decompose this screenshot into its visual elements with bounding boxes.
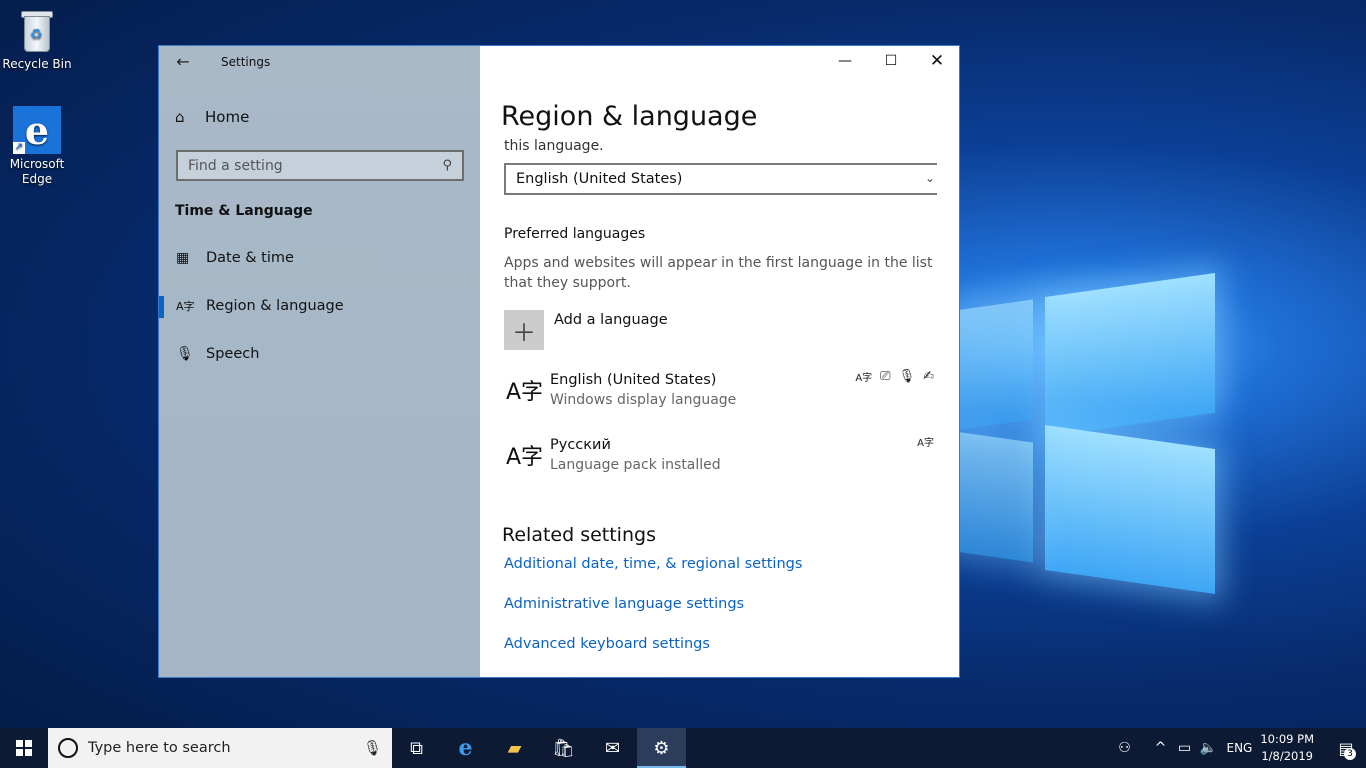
taskbar-edge[interactable]: e	[441, 728, 490, 768]
mail-icon: ✉	[604, 737, 621, 759]
store-icon: 🛍	[552, 737, 575, 759]
close-button[interactable]: ✕	[914, 46, 959, 76]
display-language-feature-icon: A字	[855, 373, 873, 384]
windows-logo-icon	[16, 740, 32, 756]
windows-logo-wallpaper	[955, 265, 1225, 595]
input-language-indicator[interactable]: ENG	[1226, 741, 1252, 755]
desktop-icon-label: Microsoft Edge	[9, 157, 65, 186]
volume-icon[interactable]: 🔈	[1196, 740, 1220, 756]
speech-recognition-feature-icon: 🎙	[898, 369, 916, 384]
folder-icon: ▰	[507, 737, 522, 759]
preferred-languages-description: Apps and websites will appear in the fir…	[504, 255, 933, 291]
windows-display-language-dropdown[interactable]: English (United States) ⌄	[504, 163, 937, 195]
plus-icon: ＋	[504, 310, 544, 350]
notification-count-badge: 3	[1344, 748, 1356, 760]
taskbar-store[interactable]: 🛍	[539, 728, 588, 768]
language-name: Русский	[550, 437, 611, 453]
language-status: Windows display language	[550, 392, 737, 408]
recycle-bin-icon: ♻	[18, 8, 56, 54]
preferred-languages-title: Preferred languages	[504, 226, 646, 242]
people-icon[interactable]: ⚇	[1112, 740, 1136, 756]
calendar-clock-icon: ▦	[176, 250, 190, 266]
nav-home-label: Home	[205, 108, 250, 126]
task-view-icon: ⧉	[410, 737, 423, 759]
window-title: Settings	[221, 55, 271, 69]
cortana-icon	[58, 738, 78, 758]
desktop-icon-recycle-bin[interactable]: ♻ Recycle Bin	[2, 8, 72, 72]
nav-home[interactable]: ⌂ Home	[175, 108, 249, 126]
settings-window: ← Settings ⌂ Home ⚲ Time & Language ▦ Da…	[158, 45, 960, 678]
sidebar-item-region-language[interactable]: A字 Region & language	[159, 286, 480, 326]
taskbar-settings[interactable]: ⚙	[637, 728, 686, 768]
sidebar: ← Settings ⌂ Home ⚲ Time & Language ▦ Da…	[159, 46, 480, 677]
microphone-icon[interactable]: 🎙	[363, 739, 382, 757]
chevron-down-icon: ⌄	[924, 171, 935, 185]
maximize-icon: ☐	[884, 53, 898, 69]
chevron-up-icon[interactable]: ^	[1148, 740, 1172, 756]
back-arrow-icon: ←	[176, 52, 190, 71]
task-view-button[interactable]: ⧉	[392, 728, 441, 768]
maximize-button[interactable]: ☐	[868, 46, 914, 76]
desktop-icon-label: Recycle Bin	[2, 57, 72, 71]
related-settings-title: Related settings	[502, 524, 656, 546]
link-administrative-language[interactable]: Administrative language settings	[504, 596, 744, 612]
find-setting-input[interactable]	[188, 157, 443, 174]
system-tray: ⚇ ^ ▭ 🔈 ENG 10:09 PM 1/8/2019 ▤ 3	[1112, 728, 1366, 768]
edge-icon: e ↗	[13, 106, 61, 154]
sidebar-item-label: Speech	[206, 346, 260, 362]
language-icon: A字	[176, 300, 195, 313]
taskbar-file-explorer[interactable]: ▰	[490, 728, 539, 768]
home-icon: ⌂	[175, 108, 185, 126]
text-to-speech-feature-icon: ⎚	[880, 369, 891, 384]
partial-description: this language.	[504, 138, 604, 154]
microphone-icon: 🎙	[176, 346, 194, 362]
sidebar-item-label: Date & time	[206, 250, 294, 266]
gear-icon: ⚙	[653, 737, 670, 759]
close-icon: ✕	[929, 51, 945, 71]
language-item-russian[interactable]: A字 Русский Language pack installed A字	[504, 437, 934, 487]
clock-time: 10:09 PM	[1260, 732, 1314, 746]
language-item-english[interactable]: A字 English (United States) Windows displ…	[504, 369, 934, 422]
language-icon: A字	[506, 380, 544, 405]
taskbar-search-placeholder: Type here to search	[88, 740, 231, 756]
network-icon[interactable]: ▭	[1172, 740, 1196, 756]
language-features: A字	[917, 434, 934, 449]
add-language-label: Add a language	[554, 312, 668, 328]
add-language-button[interactable]: ＋ Add a language	[504, 310, 668, 350]
link-advanced-keyboard[interactable]: Advanced keyboard settings	[504, 636, 710, 652]
language-name: English (United States)	[550, 372, 717, 388]
taskbar-mail[interactable]: ✉	[588, 728, 637, 768]
page-title: Region & language	[501, 101, 758, 132]
start-button[interactable]	[0, 728, 48, 768]
sidebar-item-speech[interactable]: 🎙 Speech	[159, 334, 480, 374]
back-button[interactable]: ←	[173, 51, 193, 73]
clock-date: 1/8/2019	[1261, 749, 1313, 763]
minimize-icon: —	[838, 53, 852, 69]
taskbar: Type here to search 🎙 ⧉ e ▰ 🛍 ✉ ⚙ ⚇ ^ ▭ …	[0, 728, 1366, 768]
link-additional-date-time-regional[interactable]: Additional date, time, & regional settin…	[504, 556, 802, 572]
display-language-feature-icon: A字	[917, 438, 934, 449]
language-icon: A字	[506, 445, 544, 470]
edge-icon: e	[458, 735, 473, 761]
action-center-button[interactable]: ▤ 3	[1326, 728, 1366, 768]
section-title: Time & Language	[175, 203, 313, 219]
sidebar-item-label: Region & language	[206, 298, 344, 314]
language-features: A字 ⎚ 🎙 ✍	[855, 369, 934, 384]
search-icon[interactable]: ⚲	[442, 158, 452, 173]
find-setting-box: ⚲	[176, 150, 464, 181]
minimize-button[interactable]: —	[822, 46, 868, 76]
sidebar-item-date-time[interactable]: ▦ Date & time	[159, 238, 480, 278]
clock[interactable]: 10:09 PM 1/8/2019	[1260, 731, 1314, 765]
dropdown-value: English (United States)	[516, 171, 683, 187]
taskbar-search[interactable]: Type here to search 🎙	[48, 728, 392, 768]
content-pane: — ☐ ✕ Region & language this language. E…	[480, 46, 959, 677]
desktop-icon-edge[interactable]: e ↗ Microsoft Edge	[2, 106, 72, 187]
handwriting-feature-icon: ✍	[923, 369, 934, 384]
language-status: Language pack installed	[550, 457, 721, 473]
